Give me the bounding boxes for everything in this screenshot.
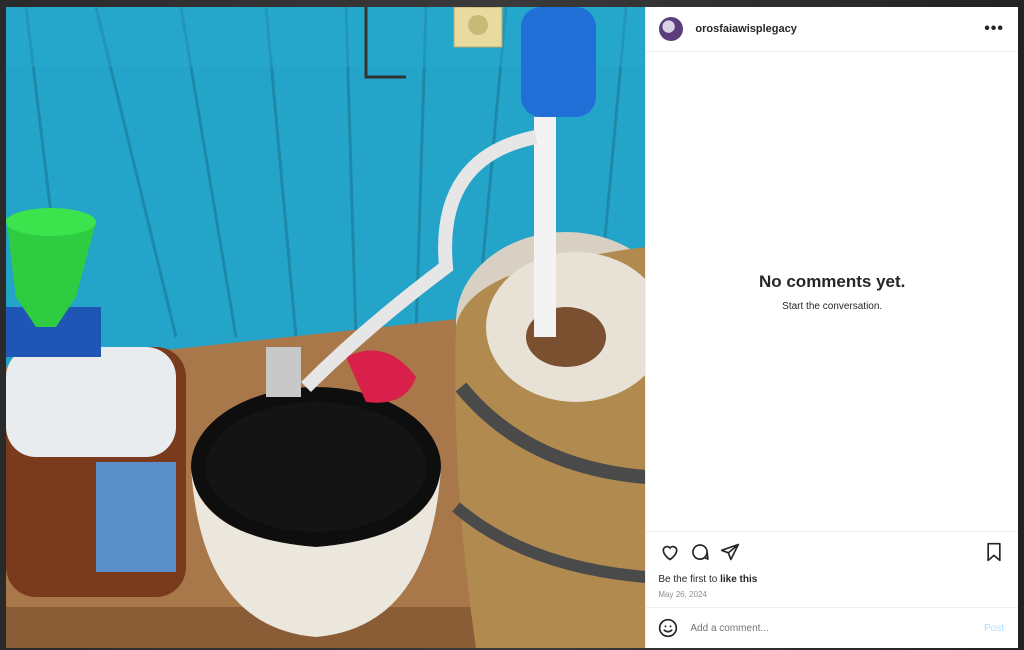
bookmark-icon[interactable]	[982, 540, 1006, 564]
avatar[interactable]	[659, 17, 684, 41]
post-button[interactable]: Post	[984, 623, 1004, 634]
comment-composer: Post	[646, 607, 1018, 648]
comment-icon[interactable]	[688, 540, 712, 564]
no-comments-title: No comments yet.	[758, 271, 906, 291]
comment-input[interactable]	[688, 621, 984, 635]
post-actions: Be the first to like this May 26, 2024	[646, 531, 1018, 607]
action-icon-row	[658, 540, 1006, 564]
post-photo	[6, 7, 646, 648]
username[interactable]: orosfaiawisplegacy	[695, 23, 984, 35]
more-options-icon[interactable]: •••	[984, 20, 1004, 38]
like-this-link[interactable]: like this	[720, 574, 757, 585]
heart-icon[interactable]	[658, 540, 682, 564]
likes-line: Be the first to like this	[658, 574, 1006, 585]
likes-prefix: Be the first to	[658, 574, 718, 585]
post-date[interactable]: May 26, 2024	[658, 590, 1006, 599]
no-comments-subtitle: Start the conversation.	[782, 300, 883, 312]
comments-area: No comments yet. Start the conversation.	[646, 52, 1018, 531]
post-modal: orosfaiawisplegacy ••• No comments yet. …	[6, 7, 1018, 648]
emoji-icon[interactable]	[658, 618, 678, 638]
post-sidebar: orosfaiawisplegacy ••• No comments yet. …	[645, 7, 1018, 648]
photo-illustration	[6, 7, 646, 648]
post-header: orosfaiawisplegacy •••	[646, 7, 1018, 52]
send-icon[interactable]	[718, 540, 742, 564]
